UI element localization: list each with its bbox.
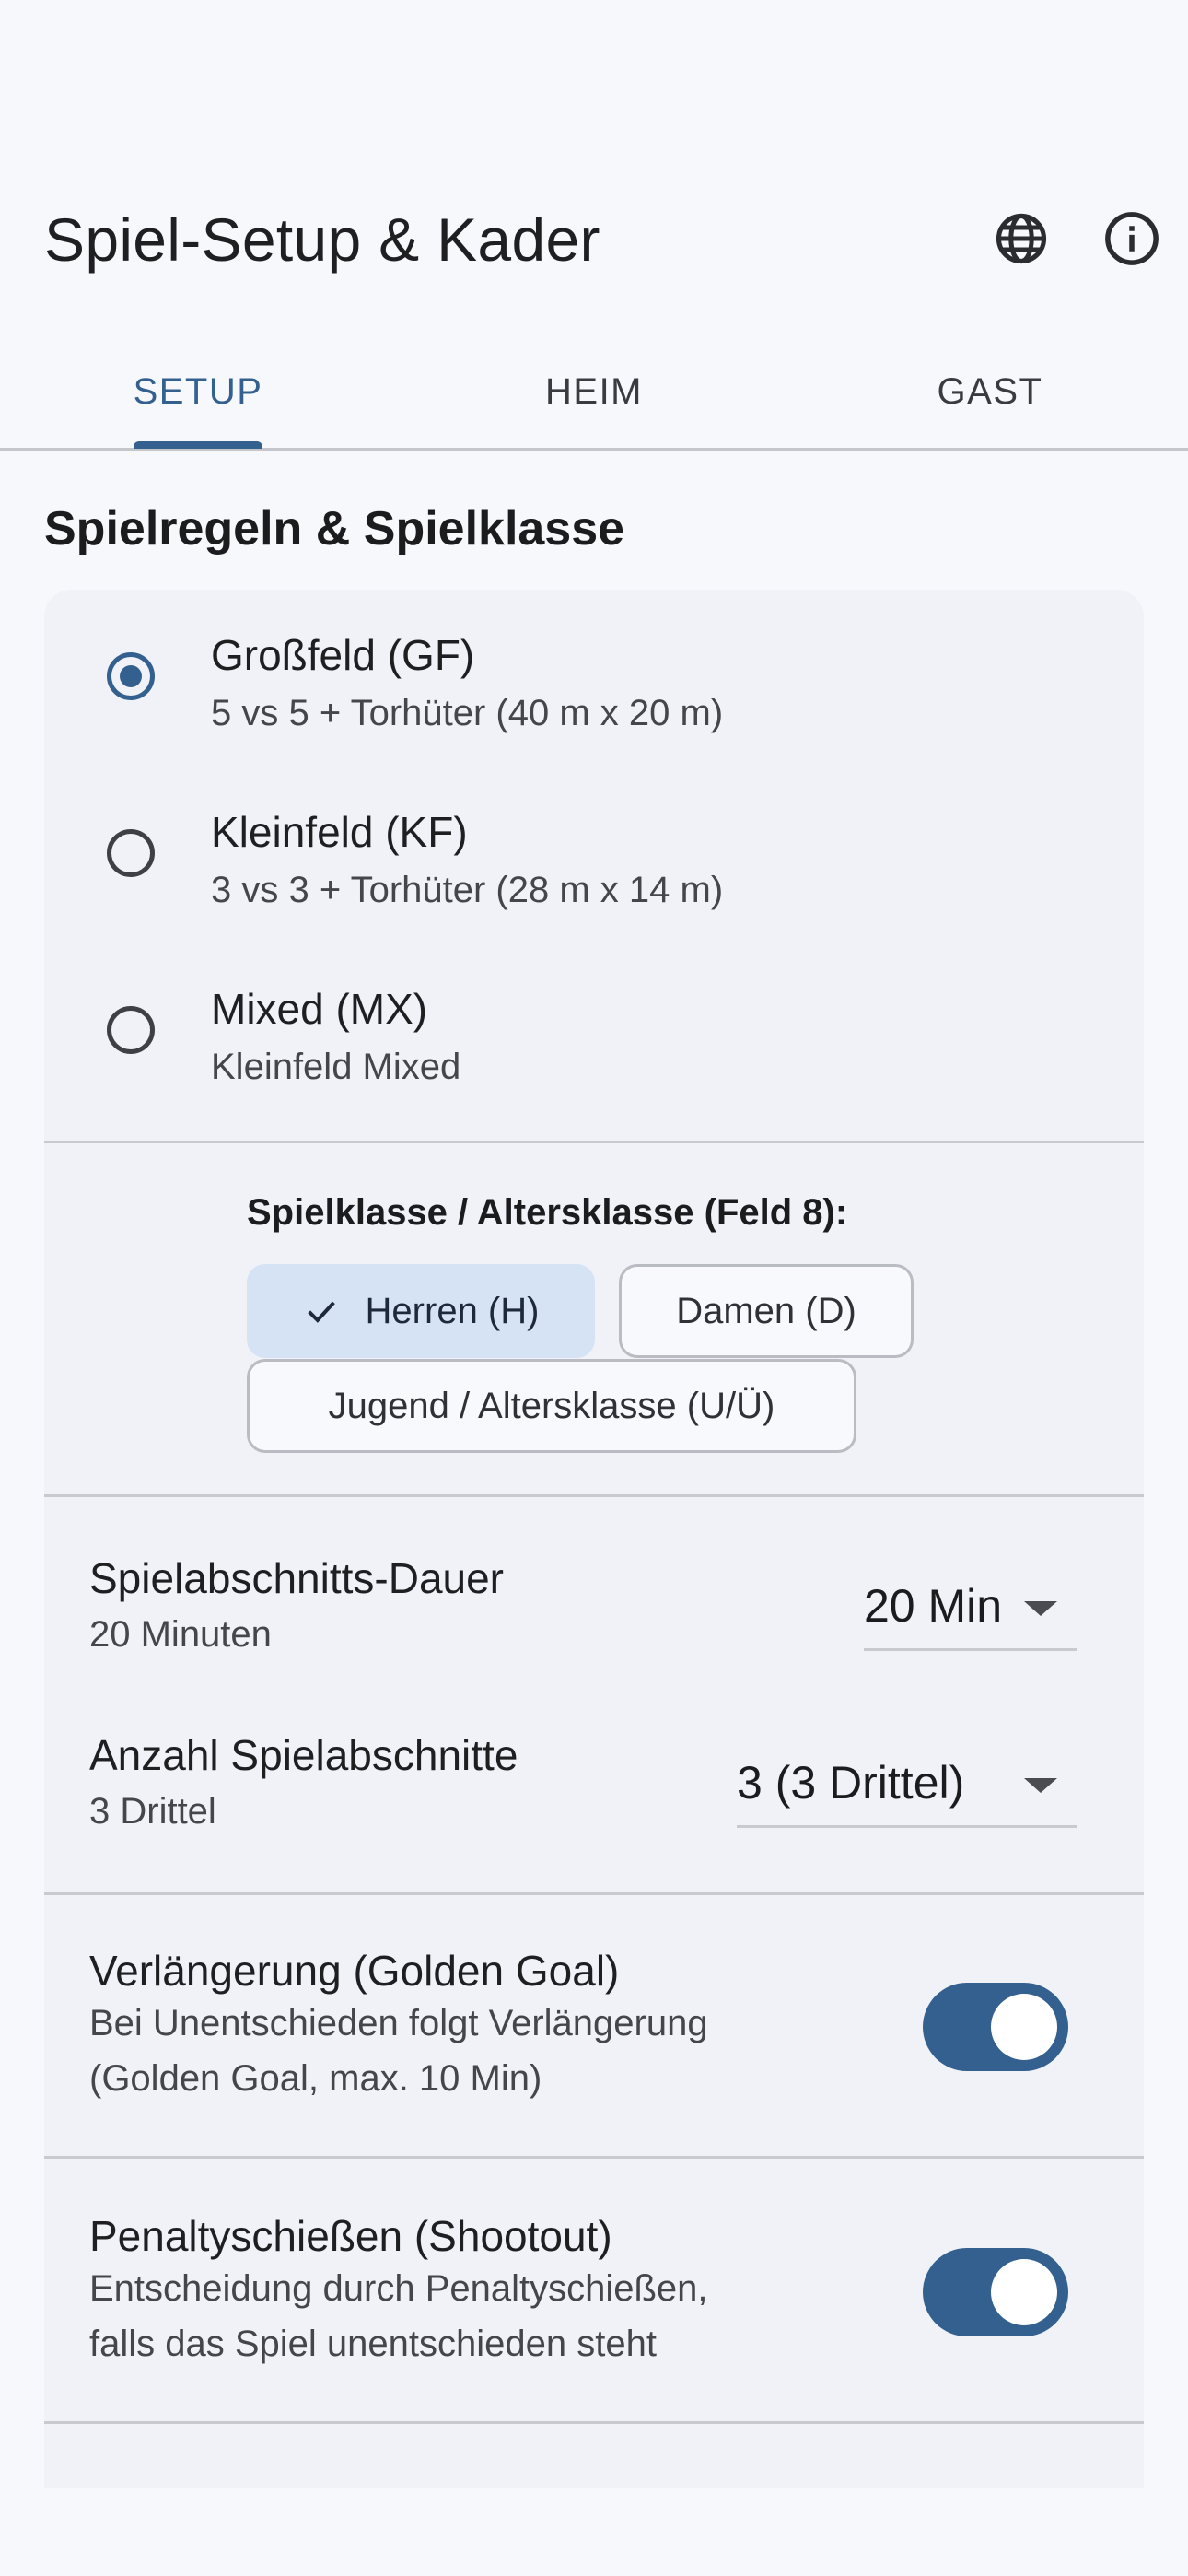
toggle-knob xyxy=(991,1994,1057,2060)
app-screen: Spiel-Setup & Kader SETUP HEIM GAST Spie… xyxy=(0,0,1188,2576)
top-app-bar: Spiel-Setup & Kader xyxy=(0,175,1188,304)
chip-label: Herren (H) xyxy=(365,1290,540,1331)
divider xyxy=(44,1141,1144,1143)
chip-label: Damen (D) xyxy=(676,1290,856,1331)
radio-button-grossfeld[interactable] xyxy=(107,652,155,700)
shootout-subtitle-line2: falls das Spiel unentschieden steht xyxy=(89,2324,657,2364)
radio-subtitle: 5 vs 5 + Torhüter (40 m x 20 m) xyxy=(211,693,724,733)
chip-damen[interactable]: Damen (D) xyxy=(619,1264,914,1358)
rules-card: Großfeld (GF) 5 vs 5 + Torhüter (40 m x … xyxy=(44,590,1144,2488)
divider xyxy=(44,2156,1144,2159)
radio-option-kleinfeld[interactable]: Kleinfeld (KF) 3 vs 3 + Torhüter (28 m x… xyxy=(44,767,1144,942)
duration-subtitle: 20 Minuten xyxy=(89,1614,272,1655)
radio-option-mixed[interactable]: Mixed (MX) Kleinfeld Mixed xyxy=(44,943,1144,1118)
info-button[interactable] xyxy=(1096,203,1168,275)
check-icon xyxy=(303,1293,340,1329)
tab-setup[interactable]: SETUP xyxy=(0,336,396,448)
page-title: Spiel-Setup & Kader xyxy=(44,205,600,274)
overtime-title: Verlängerung (Golden Goal) xyxy=(89,1947,620,1995)
radio-title: Mixed (MX) xyxy=(211,985,428,1033)
shootout-toggle[interactable] xyxy=(923,2248,1068,2336)
info-icon xyxy=(1105,212,1159,265)
duration-title: Spielabschnitts-Dauer xyxy=(89,1554,505,1602)
periods-value: 3 (3 Drittel) xyxy=(737,1757,965,1809)
chip-label: Jugend / Altersklasse (U/Ü) xyxy=(328,1385,775,1426)
radio-button-kleinfeld[interactable] xyxy=(107,829,155,877)
chip-herren[interactable]: Herren (H) xyxy=(247,1264,595,1358)
radio-title: Kleinfeld (KF) xyxy=(211,808,468,856)
overtime-subtitle-line1: Bei Unentschieden folgt Verlängerung xyxy=(89,2003,708,2043)
section-title: Spielregeln & Spielklasse xyxy=(44,502,625,556)
radio-subtitle: 3 vs 3 + Torhüter (28 m x 14 m) xyxy=(211,870,724,910)
dropdown-arrow-icon xyxy=(1024,1601,1057,1616)
periods-title: Anzahl Spielabschnitte xyxy=(89,1731,518,1779)
tab-bar: SETUP HEIM GAST xyxy=(0,336,1188,451)
radio-title: Großfeld (GF) xyxy=(211,631,475,679)
overtime-toggle[interactable] xyxy=(923,1983,1068,2071)
divider xyxy=(44,1494,1144,1497)
divider xyxy=(44,2421,1144,2424)
periods-dropdown[interactable]: 3 (3 Drittel) xyxy=(737,1752,1077,1828)
dropdown-arrow-icon xyxy=(1024,1778,1057,1793)
globe-icon xyxy=(996,213,1047,264)
radio-option-grossfeld[interactable]: Großfeld (GF) 5 vs 5 + Torhüter (40 m x … xyxy=(44,590,1144,765)
class-group-label: Spielklasse / Altersklasse (Feld 8): xyxy=(247,1192,848,1233)
chip-jugend[interactable]: Jugend / Altersklasse (U/Ü) xyxy=(247,1359,856,1453)
shootout-title: Penaltyschießen (Shootout) xyxy=(89,2212,612,2260)
language-button[interactable] xyxy=(985,203,1057,275)
toggle-knob xyxy=(991,2259,1057,2325)
shootout-subtitle-line1: Entscheidung durch Penaltyschießen, xyxy=(89,2268,708,2309)
radio-subtitle: Kleinfeld Mixed xyxy=(211,1047,461,1087)
tab-heim[interactable]: HEIM xyxy=(396,336,792,448)
duration-value: 20 Min xyxy=(864,1580,1003,1632)
periods-subtitle: 3 Drittel xyxy=(89,1791,216,1832)
tab-indicator xyxy=(134,441,262,449)
radio-button-mixed[interactable] xyxy=(107,1006,155,1054)
tab-gast[interactable]: GAST xyxy=(792,336,1188,448)
divider xyxy=(44,1892,1144,1895)
duration-dropdown[interactable]: 20 Min xyxy=(864,1575,1077,1651)
overtime-subtitle-line2: (Golden Goal, max. 10 Min) xyxy=(89,2058,542,2099)
